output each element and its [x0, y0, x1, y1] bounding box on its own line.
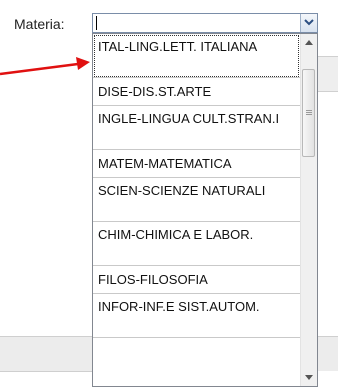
background-tab-left [0, 336, 92, 372]
thumb-grip-line [306, 110, 312, 111]
list-item-filos[interactable]: FILOS-FILOSOFIA [93, 266, 300, 294]
thumb-grip-line [306, 114, 312, 115]
chevron-down-icon [304, 19, 314, 26]
materia-label: Materia: [14, 16, 65, 32]
scroll-thumb[interactable] [302, 69, 315, 157]
dropdown-toggle-button[interactable] [300, 14, 317, 32]
scroll-down-button[interactable] [301, 369, 317, 386]
list-item-ital[interactable]: ITAL-LING.LETT. ITALIANA [93, 34, 300, 78]
vertical-scrollbar[interactable] [300, 34, 317, 386]
background-tab-right [318, 336, 338, 371]
list-item-matem[interactable]: MATEM-MATEMATICA [93, 150, 300, 178]
arrow-up-icon [305, 40, 313, 45]
list-item-chim[interactable]: CHIM-CHIMICA E LABOR. [93, 222, 300, 266]
scroll-up-button[interactable] [301, 34, 317, 51]
materia-select[interactable] [92, 13, 318, 33]
list-item-ingle[interactable]: INGLE-LINGUA CULT.STRAN.I [93, 106, 300, 150]
background-toolbar-strip [318, 56, 338, 92]
red-arrow-icon [0, 57, 90, 76]
thumb-grip-line [306, 112, 312, 113]
list-item-scien[interactable]: SCIEN-SCIENZE NATURALI [93, 178, 300, 222]
materia-dropdown-list[interactable]: ITAL-LING.LETT. ITALIANA DISE-DIS.ST.ART… [92, 33, 318, 387]
arrow-down-icon [305, 375, 313, 380]
list-item-infor[interactable]: INFOR-INF.E SIST.AUTOM. [93, 294, 300, 338]
dropdown-items: ITAL-LING.LETT. ITALIANA DISE-DIS.ST.ART… [93, 34, 300, 338]
list-item-dise[interactable]: DISE-DIS.ST.ARTE [93, 78, 300, 106]
text-cursor [96, 16, 97, 30]
